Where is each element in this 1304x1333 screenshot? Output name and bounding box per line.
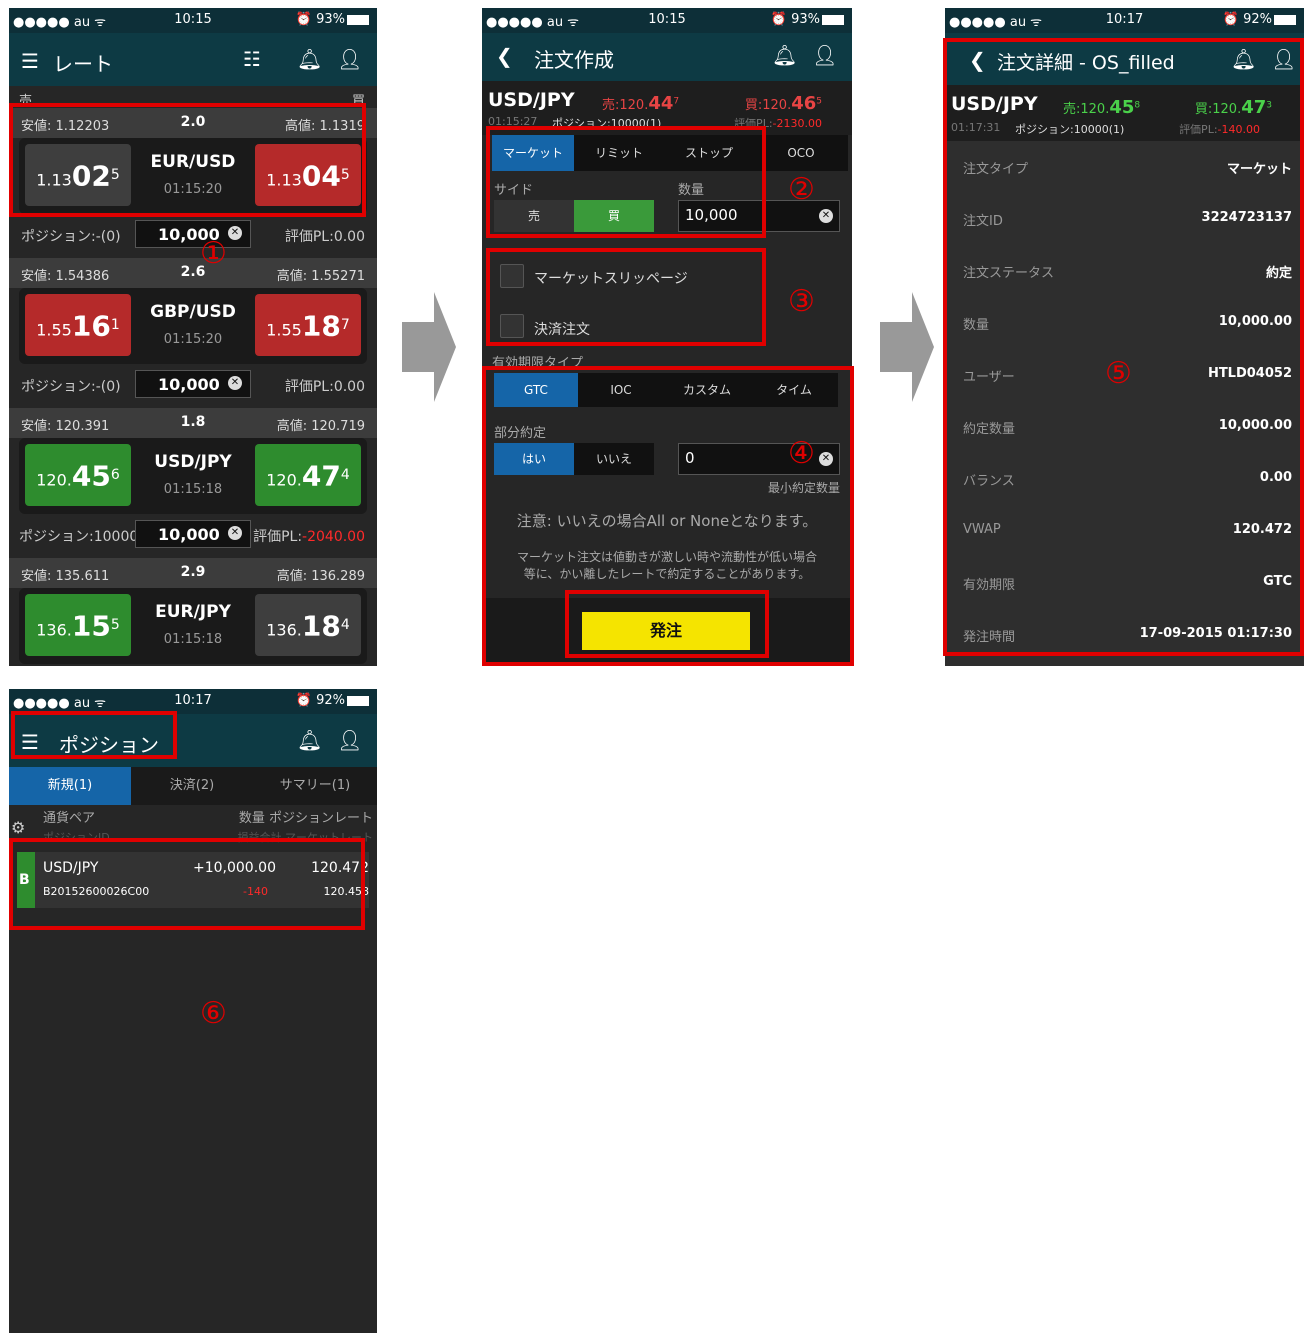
- tab-new[interactable]: 新規(1): [9, 767, 131, 805]
- quantity-input[interactable]: 10,000 ✕: [135, 370, 251, 398]
- buy-price-button[interactable]: 136.184: [255, 594, 361, 656]
- marker-1: ①: [200, 236, 227, 271]
- bell-icon[interactable]: 🔔︎: [297, 47, 322, 71]
- highlight-box-submit: [565, 590, 769, 658]
- account-icon[interactable]: 👤︎: [337, 47, 362, 71]
- nav-bar: ☰ レート ☷ 🔔︎ 👤︎: [9, 33, 377, 86]
- clear-icon: ✕: [819, 209, 833, 223]
- clear-icon: ✕: [228, 526, 242, 540]
- gear-icon[interactable]: ⚙: [11, 818, 25, 837]
- rate-row: 安値: 120.391 1.8 高値: 120.719 120.456 USD/JP…: [9, 408, 377, 558]
- rate-row: 安値: 1.54386 2.6 高値: 1.55271 1.55161 GBP/US…: [9, 258, 377, 408]
- clear-icon: ✕: [228, 226, 242, 240]
- tab-summary[interactable]: サマリー(1): [253, 767, 377, 805]
- highlight-box-2: [486, 126, 766, 238]
- nav-bar: ❮ 注文作成 🔔︎ 👤︎: [482, 33, 852, 81]
- marker-3: ③: [788, 284, 815, 319]
- battery-icon: [347, 14, 369, 25]
- clear-icon: ✕: [228, 376, 242, 390]
- position-tabs: 新規(1) 決済(2) サマリー(1): [9, 767, 377, 805]
- page-title: レート: [53, 52, 113, 76]
- marker-5: ⑤: [1105, 356, 1132, 391]
- buy-price-button[interactable]: 1.55187: [255, 294, 361, 356]
- menu-icon[interactable]: ☰: [21, 49, 39, 73]
- page-title: 注文作成: [534, 48, 614, 72]
- battery-icon: [822, 14, 844, 25]
- marker-6: ⑥: [200, 996, 227, 1031]
- highlight-box-title: [11, 711, 177, 759]
- account-icon[interactable]: 👤︎: [337, 728, 362, 752]
- bell-icon[interactable]: 🔔︎: [297, 728, 322, 752]
- list-icon[interactable]: ☷: [243, 47, 261, 71]
- quantity-input[interactable]: 10,000 ✕: [135, 220, 251, 248]
- highlight-box-1: [9, 103, 366, 217]
- highlight-box-6: [9, 838, 365, 930]
- tab-oco[interactable]: OCO: [754, 135, 848, 171]
- battery-icon: [1274, 14, 1296, 25]
- buy-price-button[interactable]: 120.474: [255, 444, 361, 506]
- battery-icon: [347, 695, 369, 706]
- arrow-icon: [880, 292, 934, 402]
- back-icon[interactable]: ❮: [496, 44, 513, 68]
- quantity-input[interactable]: 10,000 ✕: [135, 520, 251, 548]
- account-icon[interactable]: 👤︎: [812, 43, 837, 67]
- position-screen: ●●●●● au ᯤ 10:17 ⏰ 92% ☰ ポジション 🔔︎ 👤︎ 新規(…: [9, 689, 377, 1333]
- tab-settled[interactable]: 決済(2): [131, 767, 253, 805]
- rate-row: 安値: 135.611 2.9 高値: 136.289 136.155 EUR/JP…: [9, 558, 377, 666]
- bell-icon[interactable]: 🔔︎: [772, 43, 797, 67]
- status-bar: ●●●●● au ᯤ 10:15 ⏰ 93%: [482, 8, 852, 33]
- status-bar: ●●●●● au ᯤ 10:15 ⏰ 93%: [9, 8, 377, 33]
- arrow-icon: [402, 292, 456, 402]
- symbol: USD/JPY: [488, 89, 575, 111]
- highlight-box-3: [486, 248, 766, 346]
- status-bar: ●●●●● au ᯤ 10:17 ⏰ 92%: [945, 8, 1304, 33]
- marker-4: ④: [788, 436, 815, 471]
- marker-2: ②: [788, 172, 815, 207]
- highlight-box-5: [943, 38, 1304, 656]
